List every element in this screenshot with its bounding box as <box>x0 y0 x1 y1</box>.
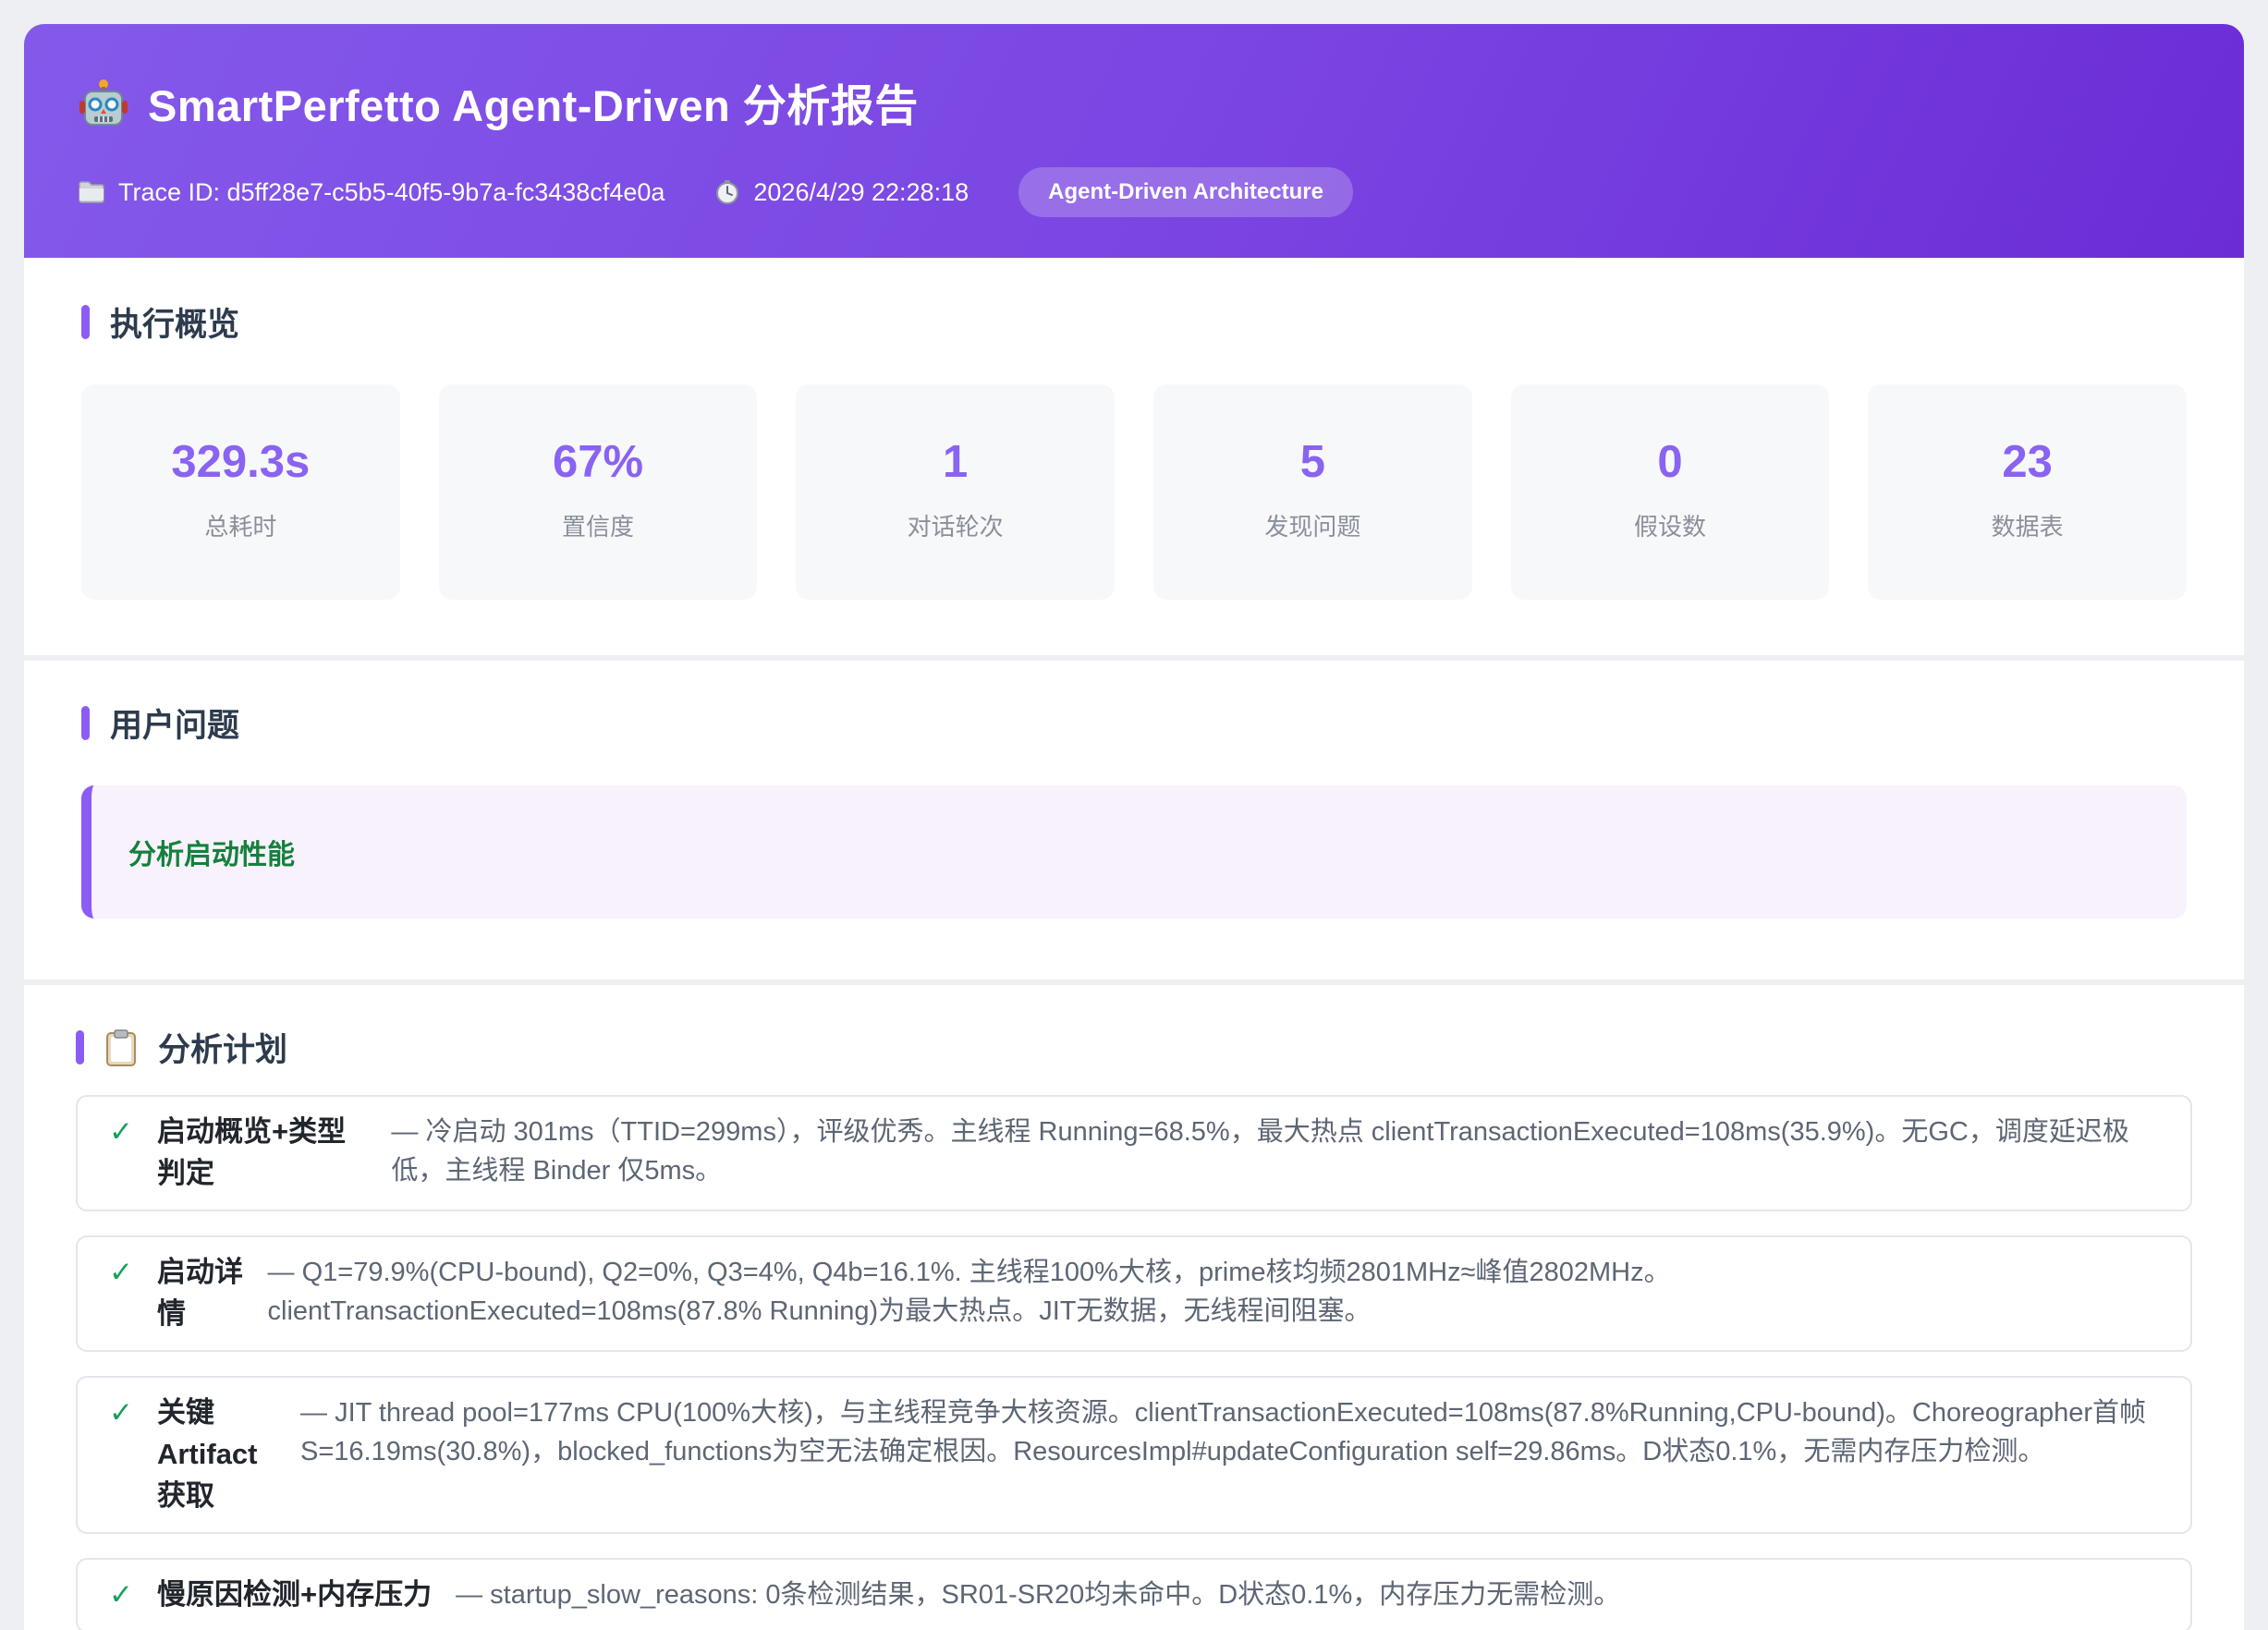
stat-label: 假设数 <box>1518 508 1823 542</box>
clock-icon <box>714 179 740 205</box>
plan-item-name: 启动概览+类型判定 <box>157 1112 367 1195</box>
plan-item-name: 关键 Artifact 获取 <box>157 1393 276 1517</box>
check-icon: ✓ <box>109 1575 133 1616</box>
check-icon: ✓ <box>109 1393 133 1434</box>
plan-item-detail: — 冷启动 301ms（TTID=299ms），评级优秀。主线程 Running… <box>391 1112 2159 1190</box>
question-section-title: 用户问题 <box>110 699 239 747</box>
clipboard-icon <box>104 1028 138 1067</box>
plan-item-name: 启动详情 <box>157 1252 244 1335</box>
robot-icon <box>78 77 129 128</box>
user-question-callout: 分析启动性能 <box>81 785 2187 918</box>
stat-value: 5 <box>1161 436 1465 488</box>
folder-icon <box>78 180 105 204</box>
check-icon: ✓ <box>109 1252 133 1294</box>
plan-item-detail: — startup_slow_reasons: 0条检测结果，SR01-SR20… <box>456 1575 1620 1614</box>
stats-grid: 329.3s 总耗时 67% 置信度 1 对话轮次 5 发现问题 0 假设数 2… <box>81 384 2187 600</box>
plan-item-detail: — JIT thread pool=177ms CPU(100%大核)，与主线程… <box>300 1393 2159 1471</box>
stat-label: 数据表 <box>1875 508 2179 542</box>
stat-label: 对话轮次 <box>803 508 1107 542</box>
question-section-head: 用户问题 <box>81 699 2187 747</box>
timestamp-item: 2026/4/29 22:28:18 <box>714 178 969 207</box>
stat-label: 置信度 <box>446 508 750 542</box>
check-icon: ✓ <box>109 1112 133 1153</box>
trace-id-label: Trace ID: d5ff28e7-c5b5-40f5-9b7a-fc3438… <box>118 178 665 207</box>
header-meta-row: Trace ID: d5ff28e7-c5b5-40f5-9b7a-fc3438… <box>78 167 2190 217</box>
stat-value: 23 <box>1875 436 2179 488</box>
stat-card-issues-found: 5 发现问题 <box>1153 384 1472 600</box>
plan-item-key-artifacts: ✓ 关键 Artifact 获取 — JIT thread pool=177ms… <box>76 1376 2192 1534</box>
timestamp-label: 2026/4/29 22:28:18 <box>753 178 969 207</box>
report-header: SmartPerfetto Agent-Driven 分析报告 Trace ID… <box>24 24 2244 258</box>
plan-section-head: 分析计划 <box>76 1024 2192 1071</box>
stat-value: 0 <box>1518 436 1823 488</box>
stat-card-confidence: 67% 置信度 <box>439 384 758 600</box>
plan-section-title: 分析计划 <box>158 1024 287 1071</box>
stat-card-hypotheses: 0 假设数 <box>1511 384 1830 600</box>
page-title-row: SmartPerfetto Agent-Driven 分析报告 <box>78 70 2190 134</box>
plan-item-startup-details: ✓ 启动详情 — Q1=79.9%(CPU-bound), Q2=0%, Q3=… <box>76 1235 2192 1352</box>
section-user-question: 用户问题 分析启动性能 <box>24 661 2244 979</box>
plan-item-detail: — Q1=79.9%(CPU-bound), Q2=0%, Q3=4%, Q4b… <box>268 1252 2159 1331</box>
plan-item-name: 慢原因检测+内存压力 <box>157 1575 432 1616</box>
stat-value: 1 <box>803 436 1107 488</box>
user-question-text: 分析启动性能 <box>128 832 2150 872</box>
plan-item-startup-overview: ✓ 启动概览+类型判定 — 冷启动 301ms（TTID=299ms），评级优秀… <box>76 1095 2192 1211</box>
section-accent-bar <box>81 706 90 740</box>
plan-item-slow-reason-detection: ✓ 慢原因检测+内存压力 — startup_slow_reasons: 0条检… <box>76 1558 2192 1630</box>
overview-section-title: 执行概览 <box>110 298 239 346</box>
section-execution-overview: 执行概览 329.3s 总耗时 67% 置信度 1 对话轮次 5 发现问题 0 … <box>24 258 2244 655</box>
stat-card-dialog-rounds: 1 对话轮次 <box>796 384 1115 600</box>
section-analysis-plan: 分析计划 ✓ 启动概览+类型判定 — 冷启动 301ms（TTID=299ms）… <box>24 985 2244 1630</box>
stat-card-data-tables: 23 数据表 <box>1868 384 2187 600</box>
stat-value: 329.3s <box>89 436 393 488</box>
stat-value: 67% <box>446 436 750 488</box>
stat-label: 发现问题 <box>1161 508 1465 542</box>
section-accent-bar <box>81 305 90 339</box>
stat-label: 总耗时 <box>89 508 393 542</box>
stat-card-total-time: 329.3s 总耗时 <box>81 384 400 600</box>
section-accent-bar <box>76 1030 84 1064</box>
page-title: SmartPerfetto Agent-Driven 分析报告 <box>148 70 919 134</box>
trace-id-item: Trace ID: d5ff28e7-c5b5-40f5-9b7a-fc3438… <box>78 178 665 207</box>
overview-section-head: 执行概览 <box>81 298 2187 346</box>
report-page: SmartPerfetto Agent-Driven 分析报告 Trace ID… <box>24 24 2244 1630</box>
architecture-badge: Agent-Driven Architecture <box>1018 167 1353 217</box>
